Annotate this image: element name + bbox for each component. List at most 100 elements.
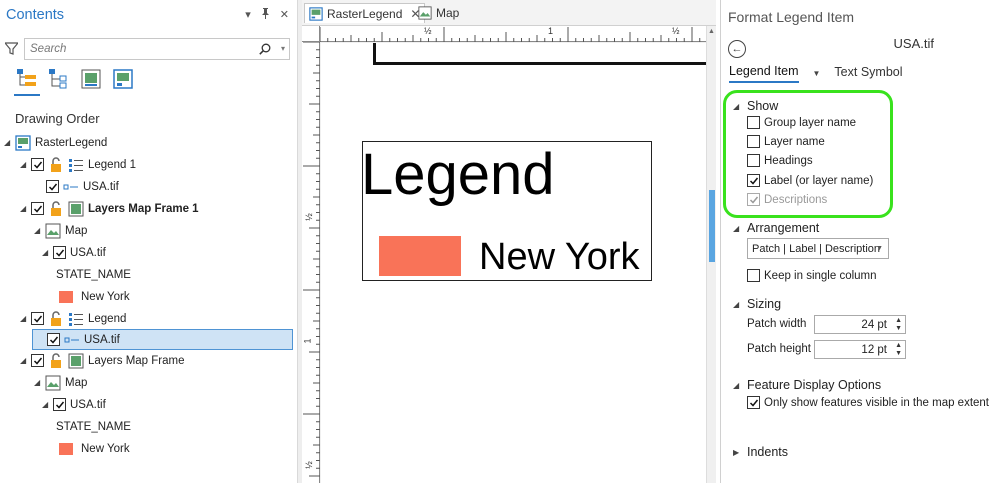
tree-item-usa-tif-selected[interactable]: USA.tif <box>32 329 293 350</box>
filter-icon[interactable] <box>5 42 18 55</box>
checkbox[interactable] <box>747 154 760 167</box>
pane-menu-icon[interactable]: ▾ <box>245 8 251 22</box>
option-label-or-layer-name[interactable]: Label (or layer name) <box>747 174 873 187</box>
tree-item-label: Map <box>65 376 88 389</box>
lock-icon[interactable] <box>48 200 64 217</box>
collapse-arrow-icon[interactable]: ◢ <box>20 204 29 213</box>
visibility-checkbox[interactable] <box>31 312 44 325</box>
tab-label: RasterLegend <box>327 6 403 21</box>
section-feature-display-options[interactable]: ◢ Feature Display Options <box>733 378 881 392</box>
tab-map[interactable]: Map <box>414 3 463 23</box>
back-arrow-icon[interactable]: ← <box>728 40 746 58</box>
tree-item-legend[interactable]: ◢ Legend <box>20 308 126 329</box>
symbol-swatch[interactable] <box>59 290 73 303</box>
section-show[interactable]: ◢ Show <box>733 99 778 113</box>
checkbox[interactable] <box>747 396 760 409</box>
checkbox[interactable] <box>747 135 760 148</box>
selection-view-icon[interactable] <box>48 68 70 90</box>
tree-item-rasterlegend[interactable]: ◢ RasterLegend <box>4 132 107 153</box>
tree-item-layers-map-frame[interactable]: ◢ Layers Map Frame <box>20 350 185 371</box>
checkbox[interactable] <box>747 116 760 129</box>
tree-item-usa-tif-raster-2[interactable]: ◢ USA.tif <box>42 394 106 415</box>
tree-item-label: USA.tif <box>70 246 106 259</box>
collapse-arrow-icon[interactable]: ◢ <box>34 378 43 387</box>
legend-item-icon <box>64 332 80 348</box>
symbol-swatch[interactable] <box>59 442 73 455</box>
expand-arrow-icon[interactable]: ▶ <box>733 448 742 457</box>
chevron-down-icon[interactable]: ▼ <box>876 245 883 252</box>
tree-item-field-name-2: STATE_NAME <box>56 416 131 437</box>
tree-item-map[interactable]: ◢ Map <box>34 220 87 241</box>
collapse-arrow-icon[interactable]: ◢ <box>20 314 29 323</box>
tab-label: Map <box>436 6 460 20</box>
map-frame-icon <box>68 201 84 217</box>
collapse-arrow-icon[interactable]: ◢ <box>733 102 742 111</box>
close-pane-icon[interactable]: ✕ <box>280 8 289 22</box>
lock-icon[interactable] <box>48 310 64 327</box>
section-sizing[interactable]: ◢ Sizing <box>733 297 781 311</box>
format-legend-item-pane: Format Legend Item ← USA.tif Legend Item… <box>720 0 998 483</box>
collapse-arrow-icon[interactable]: ◢ <box>42 248 51 257</box>
tree-item-usa-tif[interactable]: USA.tif <box>46 176 119 197</box>
patch-width-stepper[interactable]: 24 pt ▲ ▼ <box>814 315 906 334</box>
tree-item-map-2[interactable]: ◢ Map <box>34 372 87 393</box>
stepper-arrows-icon[interactable]: ▲ ▼ <box>895 317 902 333</box>
collapse-arrow-icon[interactable]: ◢ <box>20 356 29 365</box>
scroll-up-icon[interactable]: ▲ <box>708 28 715 35</box>
section-arrangement[interactable]: ◢ Arrangement <box>733 221 819 235</box>
search-input[interactable]: Search ▾ <box>24 38 290 60</box>
visibility-checkbox[interactable] <box>31 354 44 367</box>
tab-text-symbol[interactable]: Text Symbol <box>834 65 902 82</box>
checkbox[interactable] <box>747 269 760 282</box>
collapse-arrow-icon[interactable]: ◢ <box>34 226 43 235</box>
option-label: Keep in single column <box>764 269 877 282</box>
option-label: Only show features visible in the map ex… <box>764 396 990 409</box>
collapse-arrow-icon[interactable]: ◢ <box>42 400 51 409</box>
tab-rasterlegend[interactable]: RasterLegend ✕ <box>304 3 426 23</box>
checkbox[interactable] <box>747 174 760 187</box>
option-layer-name[interactable]: Layer name <box>747 135 825 148</box>
collapse-arrow-icon[interactable]: ◢ <box>4 138 13 147</box>
chevron-down-icon[interactable]: ▼ <box>813 69 821 78</box>
visibility-checkbox[interactable] <box>53 246 66 259</box>
vertical-scrollbar[interactable]: ▲ <box>706 26 716 483</box>
pin-icon[interactable] <box>261 8 270 22</box>
scrollbar-thumb[interactable] <box>709 190 715 262</box>
arrangement-select[interactable]: Patch | Label | Description ▼ <box>747 238 889 259</box>
collapse-arrow-icon[interactable]: ◢ <box>20 160 29 169</box>
legend-patch <box>379 236 461 276</box>
visibility-checkbox[interactable] <box>47 333 60 346</box>
lock-icon[interactable] <box>48 352 64 369</box>
map-frame-view-icon[interactable] <box>80 68 102 90</box>
option-headings[interactable]: Headings <box>747 154 813 167</box>
visibility-checkbox[interactable] <box>31 202 44 215</box>
option-only-show-visible-features[interactable]: Only show features visible in the map ex… <box>747 396 989 409</box>
search-icon[interactable] <box>259 43 271 55</box>
option-descriptions: Descriptions <box>747 193 827 206</box>
map-icon <box>45 375 61 391</box>
stepper-arrows-icon[interactable]: ▲ ▼ <box>895 342 902 358</box>
visibility-checkbox[interactable] <box>53 398 66 411</box>
visibility-checkbox[interactable] <box>31 158 44 171</box>
tree-item-symbol-class[interactable]: New York <box>59 286 130 307</box>
section-indents[interactable]: ▶ Indents <box>733 445 788 459</box>
visibility-checkbox[interactable] <box>46 180 59 193</box>
legend-element[interactable]: Legend New York <box>361 141 652 281</box>
tree-item-usa-tif-raster[interactable]: ◢ USA.tif <box>42 242 106 263</box>
collapse-arrow-icon[interactable]: ◢ <box>733 381 742 390</box>
drawing-order-view-icon[interactable] <box>14 68 40 96</box>
layout-page[interactable]: Legend New York <box>321 43 706 483</box>
search-options-icon[interactable]: ▾ <box>281 44 285 53</box>
collapse-arrow-icon[interactable]: ◢ <box>733 300 742 309</box>
option-keep-single-column[interactable]: Keep in single column <box>747 269 877 282</box>
map-frame-element[interactable] <box>373 43 706 65</box>
tree-item-layers-map-frame-1[interactable]: ◢ Layers Map Frame 1 <box>20 198 199 219</box>
tree-item-symbol-class-2[interactable]: New York <box>59 438 130 459</box>
lock-icon[interactable] <box>48 156 64 173</box>
tab-legend-item[interactable]: Legend Item <box>729 64 799 83</box>
option-group-layer-name[interactable]: Group layer name <box>747 116 856 129</box>
layout-view-icon[interactable] <box>112 68 134 90</box>
tree-item-legend-1[interactable]: ◢ Legend 1 <box>20 154 136 175</box>
patch-height-stepper[interactable]: 12 pt ▲ ▼ <box>814 340 906 359</box>
collapse-arrow-icon[interactable]: ◢ <box>733 224 742 233</box>
